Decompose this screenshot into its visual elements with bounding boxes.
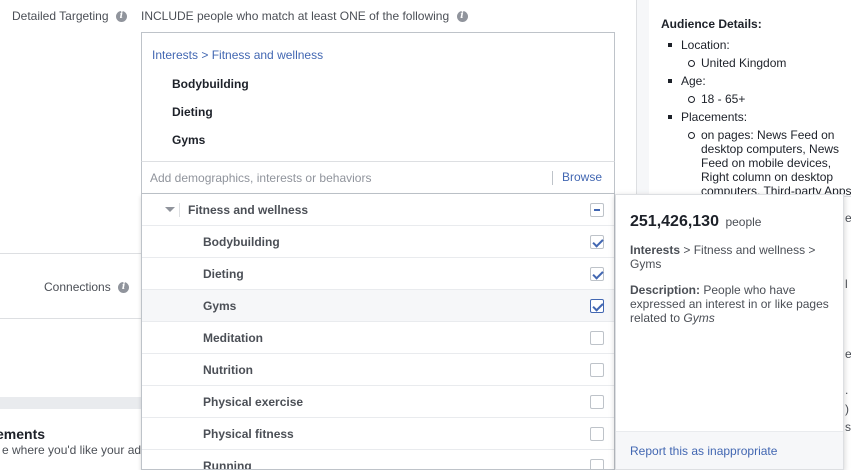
dropdown-item-name: Nutrition [203, 363, 253, 377]
checkbox-icon[interactable] [590, 235, 604, 249]
targeting-search-input[interactable] [142, 162, 542, 193]
dropdown-category-row[interactable]: Fitness and wellness [142, 194, 614, 226]
audience-location-label: Location: [661, 38, 851, 52]
checkbox-icon[interactable] [590, 427, 604, 441]
audience-size-unit: people [725, 215, 762, 229]
audience-placements-label: Placements: [661, 110, 851, 124]
dropdown-item-name: Physical exercise [203, 395, 304, 409]
dropdown-item-row[interactable]: Gyms [142, 290, 614, 322]
obscured-fragment: . [845, 383, 849, 397]
report-inappropriate-link[interactable]: Report this as inappropriate [630, 444, 777, 458]
checkbox-icon[interactable] [590, 299, 604, 313]
section-divider [0, 253, 142, 254]
dropdown-item-row[interactable]: Bodybuilding [142, 226, 614, 258]
selected-interest[interactable]: Gyms [172, 133, 205, 147]
targeting-input-row: Browse [141, 161, 615, 194]
browse-divider [552, 171, 553, 185]
audience-placements-value: on pages: News Feed on desktop computers… [661, 128, 851, 195]
audience-age-value: 18 - 65+ [661, 92, 851, 106]
checkbox-icon[interactable] [590, 363, 604, 377]
popover-footer: Report this as inappropriate [616, 431, 843, 469]
info-icon[interactable]: i [456, 11, 468, 23]
section-divider [0, 318, 142, 319]
checkbox-icon[interactable] [590, 331, 604, 345]
category-checkbox-icon[interactable] [590, 203, 604, 217]
dropdown-item-name: Gyms [203, 299, 237, 313]
popover-description: Description: People who have expressed a… [630, 283, 830, 325]
connections-text: Connections [44, 280, 111, 294]
include-text: INCLUDE people who match at least ONE of… [141, 9, 450, 23]
dropdown-item-name: Physical fitness [203, 427, 294, 441]
popover-description-label: Description: [630, 283, 701, 297]
audience-location-value: United Kingdom [661, 56, 851, 70]
dropdown-item-name: Dieting [203, 267, 244, 281]
obscured-fragment: e [845, 211, 851, 225]
dropdown-item-name: Running [203, 459, 252, 470]
targeting-path[interactable]: Interests > Fitness and wellness [152, 48, 323, 62]
include-description: INCLUDE people who match at least ONE of… [141, 9, 468, 23]
detailed-targeting-label: Detailed Targeting i [12, 9, 127, 23]
selected-interest[interactable]: Bodybuilding [172, 77, 249, 91]
caret-divider [179, 203, 180, 217]
popover-interests: Interests > Fitness and wellness > Gyms [630, 243, 830, 271]
dropdown-item-name: Bodybuilding [203, 235, 280, 249]
obscured-fragment: l [845, 277, 848, 291]
popover-description-topic: Gyms [683, 311, 715, 325]
checkbox-icon[interactable] [590, 267, 604, 281]
audience-list: Location: United Kingdom Age: 18 - 65+ P… [661, 38, 851, 195]
info-icon[interactable]: i [118, 282, 130, 294]
audience-age-label: Age: [661, 74, 851, 88]
category-name: Fitness and wellness [188, 203, 309, 217]
dropdown-item-row[interactable]: Physical exercise [142, 386, 614, 418]
audience-title: Audience Details: [661, 17, 762, 31]
audience-details-card: Audience Details: Location: United Kingd… [649, 0, 851, 195]
audience-size-number: 251,426,130 [630, 213, 719, 230]
info-icon[interactable]: i [115, 11, 127, 23]
placements-heading: ements [0, 426, 46, 442]
obscured-fragment: s [845, 420, 851, 434]
dropdown-item-row[interactable]: Running [142, 450, 614, 470]
detailed-targeting-text: Detailed Targeting [12, 9, 109, 23]
connections-label: Connections i [44, 280, 130, 294]
dropdown-item-row[interactable]: Meditation [142, 322, 614, 354]
audience-size: 251,426,130 people [630, 213, 761, 231]
dropdown-item-row[interactable]: Physical fitness [142, 418, 614, 450]
interest-dropdown: Fitness and wellness Bodybuilding Dietin… [141, 194, 615, 470]
section-separator [0, 397, 142, 409]
dropdown-item-row[interactable]: Nutrition [142, 354, 614, 386]
dropdown-item-row[interactable]: Dieting [142, 258, 614, 290]
obscured-fragment: ) [845, 402, 849, 416]
interest-info-popover: 251,426,130 people Interests > Fitness a… [615, 194, 844, 470]
checkbox-icon[interactable] [590, 395, 604, 409]
browse-button[interactable]: Browse [562, 170, 602, 184]
obscured-fragment: e [845, 347, 851, 361]
caret-down-icon[interactable] [165, 207, 175, 212]
checkbox-icon[interactable] [590, 459, 604, 469]
dropdown-item-name: Meditation [203, 331, 263, 345]
placements-subtext: e where you'd like your ads [2, 443, 148, 457]
selected-interest[interactable]: Dieting [172, 105, 213, 119]
popover-interests-label: Interests [630, 243, 681, 257]
